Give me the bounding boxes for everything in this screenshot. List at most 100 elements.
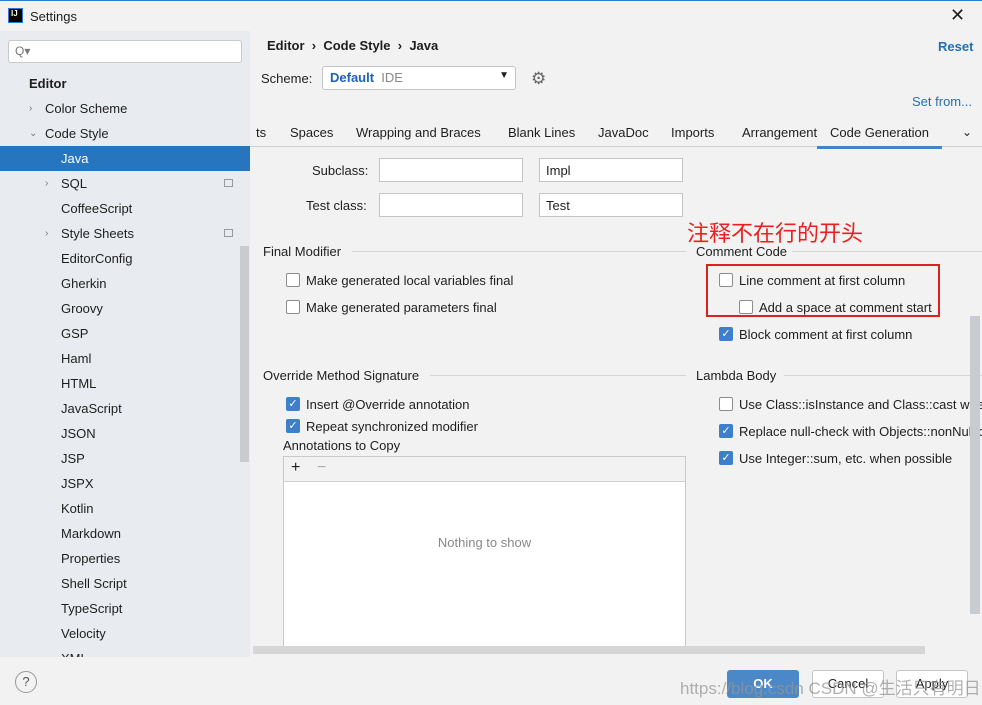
sidebar-item[interactable]: Editor	[0, 71, 250, 96]
checkbox-isinstance[interactable]	[719, 397, 733, 411]
sidebar-item-label: Gherkin	[61, 276, 107, 291]
sidebar-item[interactable]: JSPX	[0, 471, 250, 496]
divider	[352, 251, 686, 252]
remove-icon[interactable]: −	[317, 459, 326, 477]
tab-wrapping[interactable]: Wrapping and Braces	[356, 125, 481, 140]
set-from-link[interactable]: Set from...	[912, 94, 972, 109]
gear-icon[interactable]: ⚙	[531, 69, 546, 89]
sidebar-item[interactable]: HTML	[0, 371, 250, 396]
scheme-name: Default	[330, 70, 375, 85]
intellij-logo-icon: IJ	[8, 8, 23, 23]
chevron-down-icon: ▼	[499, 70, 509, 81]
chevron-down-icon[interactable]: ⌄	[962, 125, 972, 139]
checkbox-final-params[interactable]	[286, 300, 300, 314]
vertical-scrollbar[interactable]	[970, 316, 980, 614]
sidebar-item-label: Properties	[61, 551, 121, 566]
sidebar-item[interactable]: Velocity	[0, 621, 250, 646]
checkbox-integer-sum[interactable]: ✓	[719, 451, 733, 465]
scheme-dropdown[interactable]: Default IDE ▼	[322, 66, 516, 90]
breadcrumb-editor[interactable]: Editor	[267, 38, 305, 53]
checkbox-repeat-synchronized[interactable]: ✓	[286, 419, 300, 433]
final-modifier-title: Final Modifier	[263, 244, 342, 259]
checkbox-label: Make generated parameters final	[306, 300, 497, 315]
sidebar-item-label: JSON	[61, 426, 96, 441]
sidebar-item[interactable]: › Color Scheme	[0, 96, 250, 121]
sidebar-item-label: GSP	[61, 326, 89, 341]
search-input[interactable]: Q▾	[8, 40, 242, 63]
sidebar-scrollbar[interactable]	[240, 246, 249, 462]
sidebar-item[interactable]: JSON	[0, 421, 250, 446]
checkbox-insert-override[interactable]: ✓	[286, 397, 300, 411]
chevron-down-icon[interactable]: ⌄	[29, 121, 37, 146]
sidebar-item-label: Groovy	[61, 301, 103, 316]
checkbox-label: Add a space at comment start	[759, 300, 932, 315]
sidebar-item[interactable]: EditorConfig	[0, 246, 250, 271]
checkbox-final-locals[interactable]	[286, 273, 300, 287]
add-icon[interactable]: +	[291, 459, 300, 477]
checkbox-label: Line comment at first column	[739, 273, 906, 288]
breadcrumb-java: Java	[409, 38, 439, 53]
sidebar-item-label: Editor	[29, 76, 67, 91]
checkbox-add-space[interactable]	[739, 300, 753, 314]
tab-javadoc[interactable]: JavaDoc	[598, 125, 649, 140]
divider	[430, 375, 686, 376]
sidebar-item[interactable]: Groovy	[0, 296, 250, 321]
sidebar-item[interactable]: Markdown	[0, 521, 250, 546]
window-title: Settings	[30, 9, 77, 24]
sidebar-item-label: Shell Script	[61, 576, 127, 591]
override-title: Override Method Signature	[263, 368, 420, 383]
chevron-right-icon[interactable]: ›	[45, 171, 48, 196]
sidebar-item[interactable]: JavaScript	[0, 396, 250, 421]
checkbox-label: Make generated local variables final	[306, 273, 514, 288]
sidebar-item[interactable]: Java	[0, 146, 250, 171]
divider	[784, 375, 982, 376]
sidebar-item[interactable]: › SQL	[0, 171, 250, 196]
sidebar-item-label: Style Sheets	[61, 226, 134, 241]
breadcrumb: Editor › Code Style › Java	[267, 38, 439, 53]
sidebar: Q▾ Editor › Color Scheme ⌄ Code Style Java › SQ…	[0, 31, 250, 666]
tab-partial[interactable]: ts	[256, 125, 266, 140]
tab-imports[interactable]: Imports	[671, 125, 714, 140]
sidebar-item[interactable]: CoffeeScript	[0, 196, 250, 221]
horizontal-scrollbar[interactable]	[253, 646, 925, 654]
checkbox-nonnull[interactable]: ✓	[719, 424, 733, 438]
sidebar-item[interactable]: › Style Sheets	[0, 221, 250, 246]
checkbox-line-comment-first-column[interactable]	[719, 273, 733, 287]
checkbox-label: Repeat synchronized modifier	[306, 419, 478, 434]
chevron-right-icon[interactable]: ›	[29, 96, 32, 121]
watermark: https://blog.csdn CSDN @生活只有明日	[680, 679, 981, 698]
breadcrumb-code-style[interactable]: Code Style	[323, 38, 390, 53]
sidebar-item[interactable]: Properties	[0, 546, 250, 571]
test-prefix-input[interactable]	[379, 193, 523, 217]
subclass-suffix-input[interactable]: Impl	[539, 158, 683, 182]
sidebar-item[interactable]: ⌄ Code Style	[0, 121, 250, 146]
sidebar-item-label: Color Scheme	[45, 101, 128, 116]
tab-arrangement[interactable]: Arrangement	[742, 125, 817, 140]
sidebar-item[interactable]: Gherkin	[0, 271, 250, 296]
sidebar-item[interactable]: Haml	[0, 346, 250, 371]
sidebar-item[interactable]: GSP	[0, 321, 250, 346]
tab-code-generation[interactable]: Code Generation	[817, 125, 943, 149]
reset-link[interactable]: Reset	[938, 39, 973, 54]
project-scheme-icon	[224, 229, 233, 237]
test-suffix-input[interactable]: Test	[539, 193, 683, 217]
scheme-label: Scheme:	[261, 71, 313, 86]
sidebar-item-label: Code Style	[45, 126, 109, 141]
tab-spaces[interactable]: Spaces	[290, 125, 333, 140]
annotations-list[interactable]: + − Nothing to show	[283, 456, 686, 654]
sidebar-item[interactable]: JSP	[0, 446, 250, 471]
annotations-to-copy-label: Annotations to Copy	[283, 438, 401, 453]
sidebar-item-label: Kotlin	[61, 501, 94, 516]
chevron-right-icon[interactable]: ›	[45, 221, 48, 246]
tab-blank-lines[interactable]: Blank Lines	[508, 125, 575, 140]
checkbox-block-comment-first-column[interactable]: ✓	[719, 327, 733, 341]
project-scheme-icon	[224, 179, 233, 187]
subclass-prefix-input[interactable]	[379, 158, 523, 182]
sidebar-item-label: Markdown	[61, 526, 121, 541]
sidebar-item[interactable]: Kotlin	[0, 496, 250, 521]
help-button[interactable]: ?	[15, 671, 37, 693]
close-icon[interactable]: ✕	[950, 5, 965, 26]
sidebar-item[interactable]: TypeScript	[0, 596, 250, 621]
sidebar-item[interactable]: Shell Script	[0, 571, 250, 596]
title-bar: IJ Settings ✕	[0, 1, 982, 31]
